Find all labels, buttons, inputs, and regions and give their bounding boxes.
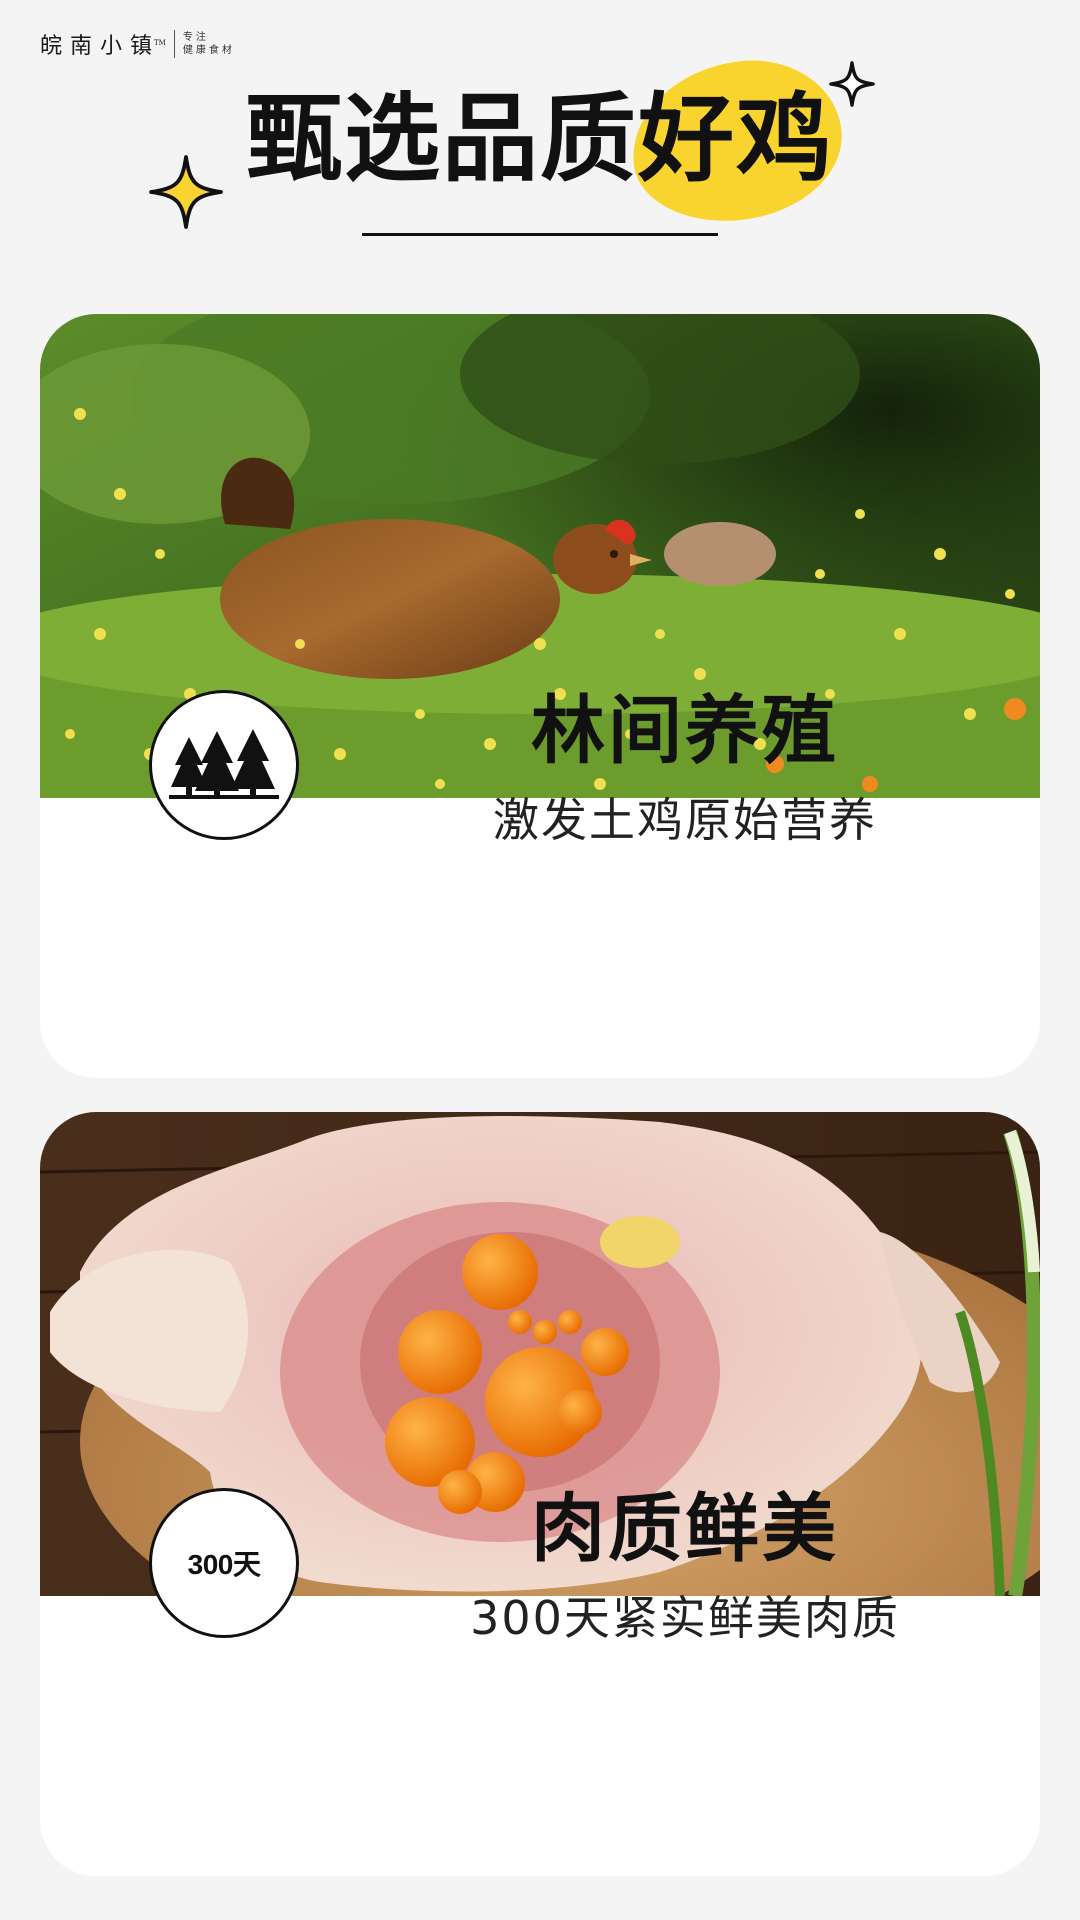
forest-trees-icon bbox=[169, 729, 279, 799]
brand-slogan-line2: 健康食材 bbox=[182, 45, 235, 56]
feature-meat-content: 300天 肉质鲜美 300天紧实鲜美肉质 bbox=[40, 1112, 1040, 1876]
sparkle-outline-icon bbox=[829, 61, 875, 107]
brand-slogan-line1: 专注 bbox=[182, 32, 209, 43]
feature-subtitle: 激发土鸡原始营养 bbox=[493, 793, 877, 847]
brand-slogan: 专注 健康食材 bbox=[183, 31, 235, 57]
days-badge-label: 300天 bbox=[187, 1549, 261, 1580]
trademark-mark: TM bbox=[154, 38, 166, 47]
feature-forest-content: 林间养殖 激发土鸡原始营养 bbox=[40, 314, 1040, 1078]
feature-title: 肉质鲜美 bbox=[531, 1486, 839, 1572]
feature-title: 林间养殖 bbox=[531, 688, 839, 774]
brand-divider bbox=[173, 30, 175, 58]
days-badge: 300天 bbox=[149, 1488, 299, 1638]
feature-subtitle: 300天紧实鲜美肉质 bbox=[470, 1591, 900, 1645]
forest-badge bbox=[149, 690, 299, 840]
brand-name: 皖南小镇TM bbox=[40, 34, 166, 59]
brand-logo: 皖南小镇TM 专注 健康食材 bbox=[40, 28, 235, 60]
title-section: 甄选品质好鸡 bbox=[0, 51, 1080, 260]
sparkle-icon bbox=[149, 155, 223, 229]
title-underline bbox=[362, 233, 718, 236]
